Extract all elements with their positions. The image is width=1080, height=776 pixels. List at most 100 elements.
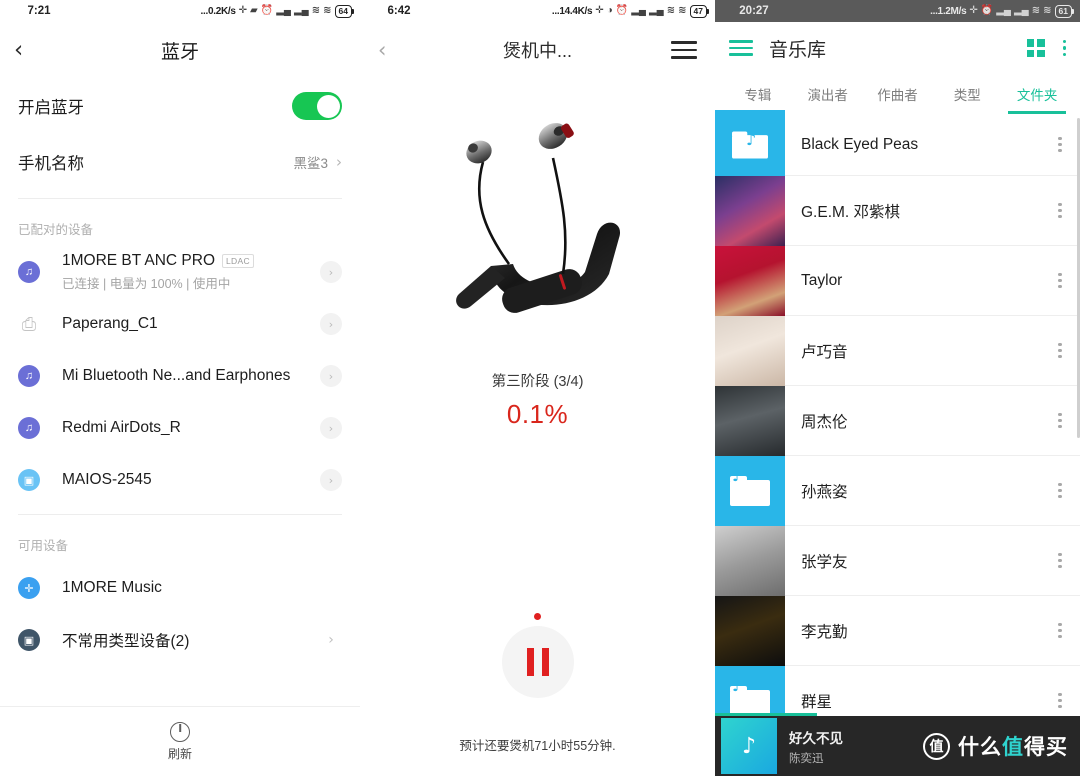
device-settings-button[interactable]: › bbox=[320, 261, 342, 283]
album-art bbox=[715, 245, 785, 316]
album-art bbox=[715, 175, 785, 246]
refresh-label: 刷新 bbox=[167, 746, 192, 761]
tab-artists[interactable]: 演出者 bbox=[793, 74, 863, 114]
tab-albums[interactable]: 专辑 bbox=[723, 74, 793, 114]
vibrate-icon: ▰ bbox=[250, 5, 258, 16]
bluetooth-toggle[interactable] bbox=[292, 92, 342, 120]
album-art: ♪ bbox=[715, 109, 785, 180]
bluetooth-icon: ✛ bbox=[595, 5, 604, 16]
app-bar: 音乐库 bbox=[715, 22, 1080, 74]
playback-progress bbox=[715, 713, 818, 716]
refresh-button[interactable]: 刷新 bbox=[0, 706, 360, 776]
folder-list: ♪ Black Eyed Peas G.E.M. 邓紫棋 Taylor 卢巧音 … bbox=[715, 109, 1080, 736]
item-overflow-icon[interactable] bbox=[1040, 622, 1080, 639]
device-settings-button[interactable]: › bbox=[320, 313, 342, 335]
now-playing-title: 好久不见 bbox=[789, 730, 843, 746]
device-name: Paperang_C1 bbox=[62, 315, 158, 332]
list-item-label: Black Eyed Peas bbox=[801, 135, 919, 153]
available-device-row[interactable]: ✛ 1MORE Music bbox=[0, 562, 360, 614]
network-speed: ...1.2M/s bbox=[930, 5, 967, 17]
phone-name-value: 黑鲨3 bbox=[293, 156, 328, 171]
menu-icon[interactable] bbox=[671, 41, 697, 59]
album-art bbox=[715, 315, 785, 386]
item-overflow-icon[interactable] bbox=[1040, 552, 1080, 569]
item-overflow-icon[interactable] bbox=[1040, 412, 1080, 429]
page-title: 蓝牙 bbox=[160, 41, 199, 63]
list-item-label: G.E.M. 邓紫棋 bbox=[801, 203, 901, 221]
device-icon: ▣ bbox=[18, 469, 40, 491]
page-title: 煲机中... bbox=[502, 41, 572, 61]
list-item[interactable]: 张学友 bbox=[715, 525, 1080, 596]
bluetooth-icon: ✛ bbox=[969, 5, 978, 16]
list-item[interactable]: ♪ 孙燕姿 bbox=[715, 455, 1080, 526]
list-item[interactable]: 李克勤 bbox=[715, 595, 1080, 666]
grid-view-icon[interactable] bbox=[1026, 39, 1045, 57]
watermark-text-c: 得买 bbox=[1024, 736, 1068, 759]
library-tabs: 专辑 演出者 作曲者 类型 文件夹 bbox=[715, 74, 1080, 114]
wifi-2-icon: ≋ bbox=[323, 5, 332, 16]
folder-icon: ♪ bbox=[715, 455, 785, 526]
network-speed: ...14.4K/s bbox=[551, 5, 593, 17]
battery-indicator: 61 bbox=[1054, 4, 1075, 18]
device-settings-button[interactable]: › bbox=[320, 469, 342, 491]
app-bar: ‹ 蓝牙 bbox=[0, 22, 360, 78]
device-name: 不常用类型设备(2) bbox=[62, 633, 190, 650]
battery-indicator: 64 bbox=[334, 4, 355, 18]
watermark-text-b: 值 bbox=[1002, 736, 1024, 759]
item-overflow-icon[interactable] bbox=[1040, 272, 1080, 289]
list-item[interactable]: 周杰伦 bbox=[715, 385, 1080, 456]
phone-name-row[interactable]: 手机名称 黑鲨3 › bbox=[0, 134, 360, 190]
wifi-2-icon: ≋ bbox=[1043, 5, 1052, 16]
album-art bbox=[715, 385, 785, 456]
pause-icon bbox=[541, 648, 549, 676]
item-overflow-icon[interactable] bbox=[1040, 482, 1080, 499]
wifi-2-icon: ≋ bbox=[678, 5, 687, 16]
paired-device-row[interactable]: ♫ 1MORE BT ANC PRO LDAC 已连接 | 电量为 100% |… bbox=[0, 246, 360, 298]
tab-composers[interactable]: 作曲者 bbox=[863, 74, 933, 114]
now-playing-bar[interactable]: ♪ 好久不见 陈奕迅 值 什么值得买 bbox=[715, 713, 1080, 776]
paired-device-row[interactable]: ♫ Redmi AirDots_R › bbox=[0, 402, 360, 454]
list-item[interactable]: ♪ Black Eyed Peas bbox=[715, 109, 1080, 180]
chevron-right-icon[interactable]: › bbox=[320, 629, 342, 651]
paired-device-row[interactable]: ▣ MAIOS-2545 › bbox=[0, 454, 360, 506]
device-settings-button[interactable]: › bbox=[320, 365, 342, 387]
list-item-label: 张学友 bbox=[801, 553, 848, 571]
back-button[interactable]: ‹ bbox=[14, 38, 46, 62]
tab-folders[interactable]: 文件夹 bbox=[1002, 74, 1072, 114]
signal-1-icon: ▂▄ bbox=[631, 5, 646, 16]
paired-device-row[interactable]: ♫ Mi Bluetooth Ne...and Earphones › bbox=[0, 350, 360, 402]
item-overflow-icon[interactable] bbox=[1040, 342, 1080, 359]
vibrate-icon: ◑ bbox=[606, 5, 613, 16]
status-bar: 7:21 ...0.2K/s ✛ ▰ ⏰ ▂▄ ▂▄ ≋ ≋ 64 bbox=[0, 0, 360, 22]
watermark: 值 什么值得买 bbox=[923, 731, 1080, 761]
watermark-text-a: 什么 bbox=[958, 736, 1002, 759]
list-item-label: 周杰伦 bbox=[801, 413, 848, 431]
list-item[interactable]: G.E.M. 邓紫棋 bbox=[715, 175, 1080, 246]
paired-device-row[interactable]: ⎙ Paperang_C1 › bbox=[0, 298, 360, 350]
device-name: 1MORE Music bbox=[62, 579, 162, 596]
bluetooth-icon: ✛ bbox=[18, 577, 40, 599]
available-device-row[interactable]: ▣ 不常用类型设备(2) › bbox=[0, 614, 360, 666]
list-item[interactable]: Taylor bbox=[715, 245, 1080, 316]
item-overflow-icon[interactable] bbox=[1040, 202, 1080, 219]
device-name: Mi Bluetooth Ne...and Earphones bbox=[62, 367, 291, 384]
item-overflow-icon[interactable] bbox=[1040, 692, 1080, 709]
watermark-logo-icon: 值 bbox=[923, 732, 950, 760]
enable-bluetooth-row[interactable]: 开启蓝牙 bbox=[0, 78, 360, 134]
burnin-screen: 6:42 ...14.4K/s ✛ ◑ ⏰ ▂▄ ▂▄ ≋ ≋ 47 ‹ 煲机中… bbox=[360, 0, 715, 776]
list-item[interactable]: 卢巧音 bbox=[715, 315, 1080, 386]
network-speed: ...0.2K/s bbox=[200, 5, 236, 17]
list-item-label: 卢巧音 bbox=[801, 343, 848, 361]
pause-button[interactable] bbox=[501, 626, 574, 698]
device-icon: ▣ bbox=[18, 629, 40, 651]
menu-icon[interactable] bbox=[729, 40, 753, 56]
phone-name-label: 手机名称 bbox=[18, 155, 84, 173]
overflow-menu-icon[interactable] bbox=[1062, 39, 1066, 57]
product-image bbox=[360, 78, 715, 348]
signal-2-icon: ▂▄ bbox=[1013, 5, 1029, 16]
status-bar: 20:27 ...1.2M/s ✛ ⏰ ▂▄ ▂▄ ≋ ≋ 61 bbox=[715, 0, 1080, 22]
tab-genres[interactable]: 类型 bbox=[932, 74, 1002, 114]
alarm-icon: ⏰ bbox=[260, 5, 274, 16]
item-overflow-icon[interactable] bbox=[1040, 136, 1080, 153]
device-settings-button[interactable]: › bbox=[320, 417, 342, 439]
